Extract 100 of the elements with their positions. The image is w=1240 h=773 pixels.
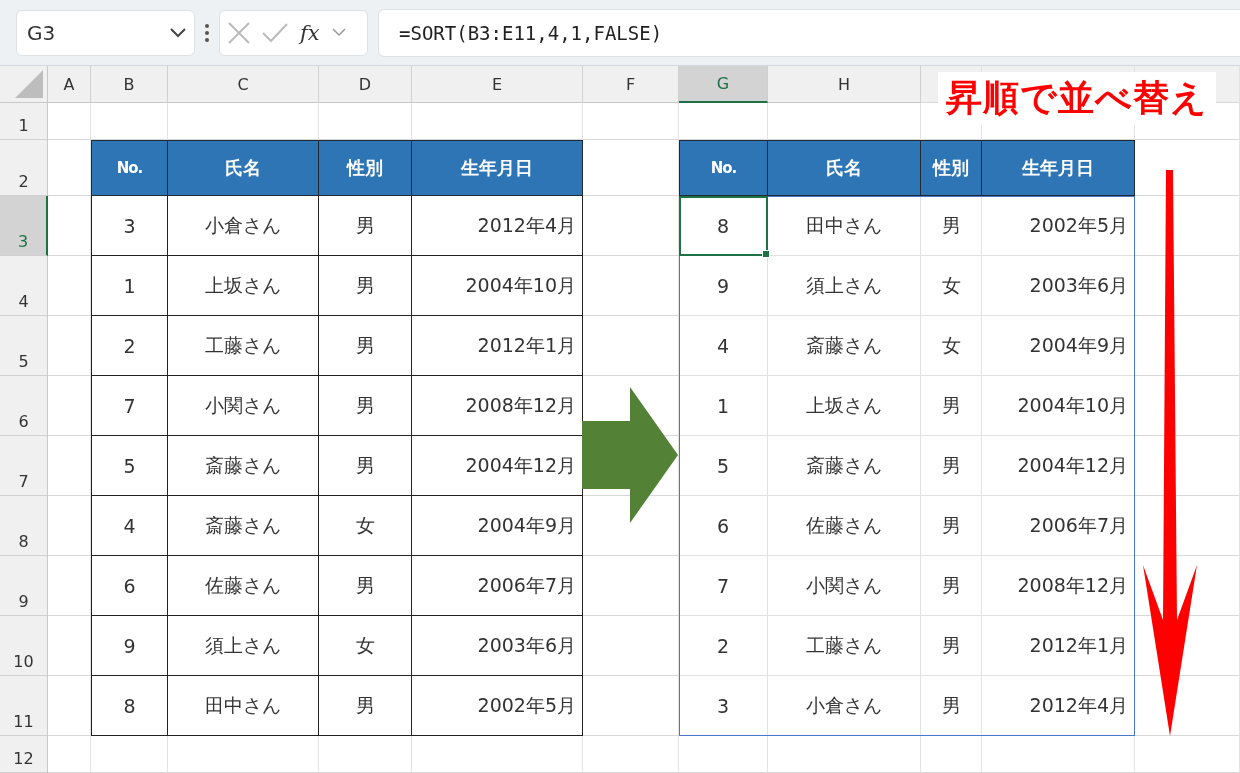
- row-header[interactable]: 6: [0, 376, 48, 436]
- table-cell[interactable]: 2004年9月: [412, 496, 583, 556]
- table-cell[interactable]: 5: [679, 436, 768, 496]
- row-header[interactable]: 3: [0, 196, 48, 256]
- insert-function-button[interactable]: fx: [300, 20, 320, 45]
- row-header[interactable]: 5: [0, 316, 48, 376]
- table-cell[interactable]: 2: [91, 316, 168, 376]
- table-cell[interactable]: 1: [679, 376, 768, 436]
- table-cell[interactable]: 田中さん: [768, 196, 921, 256]
- table-cell[interactable]: 男: [319, 256, 412, 316]
- row-header[interactable]: 10: [0, 616, 48, 676]
- table-cell[interactable]: 4: [679, 316, 768, 376]
- row-header[interactable]: 2: [0, 140, 48, 196]
- table-cell[interactable]: 4: [91, 496, 168, 556]
- fill-handle[interactable]: [762, 250, 770, 258]
- table-cell[interactable]: 女: [319, 496, 412, 556]
- table-cell[interactable]: 2004年12月: [982, 436, 1135, 496]
- table-cell[interactable]: 佐藤さん: [168, 556, 319, 616]
- row-header[interactable]: 1: [0, 103, 48, 140]
- table-cell[interactable]: 男: [921, 496, 982, 556]
- table-cell[interactable]: 2008年12月: [982, 556, 1135, 616]
- table-cell[interactable]: 2004年10月: [412, 256, 583, 316]
- table-cell[interactable]: 2: [679, 616, 768, 676]
- table-cell[interactable]: 男: [921, 196, 982, 256]
- column-header[interactable]: F: [583, 66, 679, 103]
- table-cell[interactable]: 男: [319, 436, 412, 496]
- table-cell[interactable]: 須上さん: [168, 616, 319, 676]
- table-cell[interactable]: 田中さん: [168, 676, 319, 736]
- table-cell[interactable]: 3: [91, 196, 168, 256]
- column-header[interactable]: E: [412, 66, 583, 103]
- column-header[interactable]: B: [91, 66, 168, 103]
- table-cell[interactable]: 女: [921, 256, 982, 316]
- table-cell[interactable]: 小関さん: [168, 376, 319, 436]
- table-cell[interactable]: 佐藤さん: [768, 496, 921, 556]
- table-cell[interactable]: 小倉さん: [168, 196, 319, 256]
- table-cell[interactable]: 男: [921, 676, 982, 736]
- table-cell[interactable]: 女: [921, 316, 982, 376]
- table-cell[interactable]: 7: [91, 376, 168, 436]
- table-cell[interactable]: 2002年5月: [412, 676, 583, 736]
- formula-field[interactable]: =SORT(B3:E11,4,1,FALSE): [378, 8, 1240, 57]
- table-cell[interactable]: 小関さん: [768, 556, 921, 616]
- table-cell[interactable]: 男: [921, 616, 982, 676]
- table-cell[interactable]: 工藤さん: [768, 616, 921, 676]
- table-cell[interactable]: 女: [319, 616, 412, 676]
- table-cell[interactable]: 須上さん: [768, 256, 921, 316]
- table-cell[interactable]: 2002年5月: [982, 196, 1135, 256]
- table-cell[interactable]: 5: [91, 436, 168, 496]
- table-cell[interactable]: 工藤さん: [168, 316, 319, 376]
- active-cell[interactable]: 8: [679, 196, 768, 256]
- table-cell[interactable]: 男: [319, 676, 412, 736]
- column-header[interactable]: A: [48, 66, 91, 103]
- column-header[interactable]: G: [679, 66, 768, 103]
- row-header[interactable]: 12: [0, 736, 48, 773]
- row-header[interactable]: 11: [0, 676, 48, 736]
- table-cell[interactable]: 6: [679, 496, 768, 556]
- table-cell[interactable]: 斎藤さん: [168, 436, 319, 496]
- table-cell[interactable]: 小倉さん: [768, 676, 921, 736]
- table-cell[interactable]: 男: [319, 556, 412, 616]
- more-options-icon[interactable]: [205, 23, 209, 42]
- table-cell[interactable]: 上坂さん: [168, 256, 319, 316]
- table-cell[interactable]: 9: [679, 256, 768, 316]
- row-header[interactable]: 7: [0, 436, 48, 496]
- table-cell[interactable]: 1: [91, 256, 168, 316]
- table-cell[interactable]: 男: [319, 196, 412, 256]
- table-cell[interactable]: 斎藤さん: [168, 496, 319, 556]
- table-cell[interactable]: 斎藤さん: [768, 316, 921, 376]
- table-cell[interactable]: 2004年10月: [982, 376, 1135, 436]
- table-cell[interactable]: 2003年6月: [982, 256, 1135, 316]
- table-cell[interactable]: 男: [319, 376, 412, 436]
- table-cell[interactable]: 2012年4月: [412, 196, 583, 256]
- select-all-icon[interactable]: [15, 70, 43, 98]
- table-cell[interactable]: 上坂さん: [768, 376, 921, 436]
- table-cell[interactable]: 2012年1月: [982, 616, 1135, 676]
- row-header[interactable]: 9: [0, 556, 48, 616]
- column-header[interactable]: C: [168, 66, 319, 103]
- table-cell[interactable]: 男: [319, 316, 412, 376]
- name-box[interactable]: G3: [16, 9, 195, 56]
- table-cell[interactable]: 男: [921, 556, 982, 616]
- table-cell[interactable]: 3: [679, 676, 768, 736]
- chevron-down-icon[interactable]: [170, 27, 186, 38]
- table-cell[interactable]: 2012年1月: [412, 316, 583, 376]
- table-cell[interactable]: 2012年4月: [982, 676, 1135, 736]
- row-header[interactable]: 4: [0, 256, 48, 316]
- table-cell[interactable]: 2003年6月: [412, 616, 583, 676]
- column-header[interactable]: H: [768, 66, 921, 103]
- table-cell[interactable]: 8: [91, 676, 168, 736]
- table-cell[interactable]: 6: [91, 556, 168, 616]
- column-heading: 生年月日: [982, 140, 1135, 196]
- table-cell[interactable]: 9: [91, 616, 168, 676]
- table-cell[interactable]: 男: [921, 376, 982, 436]
- table-cell[interactable]: 斎藤さん: [768, 436, 921, 496]
- table-cell[interactable]: 2006年7月: [412, 556, 583, 616]
- enter-check-icon[interactable]: [262, 22, 288, 43]
- table-cell[interactable]: 2006年7月: [982, 496, 1135, 556]
- table-cell[interactable]: 7: [679, 556, 768, 616]
- column-header[interactable]: D: [319, 66, 412, 103]
- row-header[interactable]: 8: [0, 496, 48, 556]
- table-cell[interactable]: 男: [921, 436, 982, 496]
- cancel-icon[interactable]: [228, 21, 250, 44]
- table-cell[interactable]: 2004年9月: [982, 316, 1135, 376]
